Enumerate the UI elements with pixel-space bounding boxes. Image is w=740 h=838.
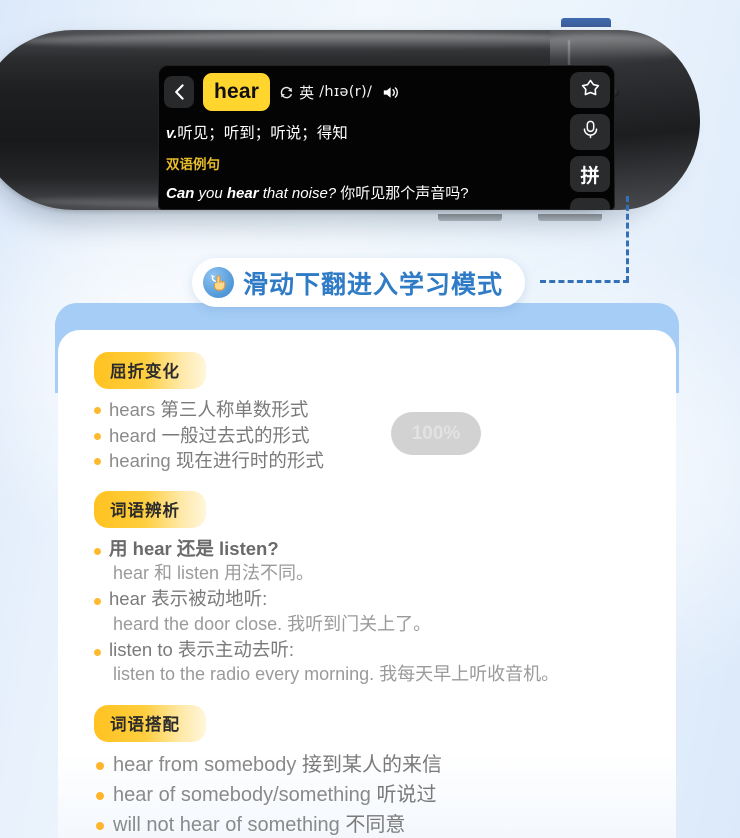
section-badge: 词语搭配 (94, 705, 206, 742)
part-of-speech: v. (166, 126, 178, 142)
inflection-desc: 第三人称单数形式 (160, 399, 309, 420)
usage-head: 用 hear 还是 listen? (109, 537, 279, 559)
device-foot (438, 214, 502, 221)
list-item: hears 第三人称单数形式 (94, 398, 650, 423)
inflection-form: heard (109, 424, 157, 446)
phonetic-text: /hɪə(r)/ (319, 84, 373, 100)
pinyin-button[interactable]: 拼 (570, 156, 610, 192)
collocation-list: hear from somebody 接到某人的来信 hear of someb… (94, 751, 650, 838)
screen-definition: v.听见；听到；听说；得知 (158, 111, 615, 143)
collocation-meaning: 听说过 (376, 784, 437, 806)
usage-head: hear 表示被动地听: (109, 588, 268, 609)
callout-connector-vertical (626, 196, 629, 282)
usage-list: 用 hear 还是 listen? hear 和 listen 用法不同。 he… (94, 537, 650, 688)
example-section-label: 双语例句 (166, 157, 220, 172)
usage-head: listen to 表示主动去听: (109, 638, 295, 660)
section-badge: 词语辨析 (94, 490, 206, 528)
back-button[interactable] (164, 76, 194, 108)
collocation-meaning: 不同意 (345, 814, 406, 836)
collocation-phrase: hear from somebody (113, 754, 297, 776)
inflection-list: hears 第三人称单数形式 heard 一般过去式的形式 hearing 现在… (94, 398, 650, 474)
example-rest: that noise? (262, 185, 337, 202)
list-item: 用 hear 还是 listen? hear 和 listen 用法不同。 (94, 537, 650, 587)
screenshot-root: hear 英 /hɪə(r)/ v.听见；听到；听说；得知 双语例句 Can y… (0, 0, 740, 838)
list-item: will not hear of something 不同意 (94, 811, 650, 838)
swipe-hand-icon (203, 267, 234, 298)
device-foot (538, 214, 602, 221)
favorite-star-button[interactable] (570, 72, 610, 108)
learning-mode-card: 屈折变化 hears 第三人称单数形式 heard 一般过去式的形式 heari… (58, 330, 676, 838)
list-item: heard 一般过去式的形式 (94, 424, 650, 449)
device-top-button[interactable] (561, 18, 611, 27)
section-collocation: 词语搭配 hear from somebody 接到某人的来信 hear of … (58, 705, 676, 838)
favorite-star-icon (581, 79, 600, 102)
collocation-meaning: 接到某人的来信 (301, 754, 442, 776)
collocation-phrase: will not hear of something (113, 814, 340, 836)
section-badge: 屈折变化 (94, 352, 206, 389)
headword-chip[interactable]: hear (203, 73, 271, 111)
refresh-icon[interactable] (279, 85, 294, 100)
dictionary-pen-device: hear 英 /hɪə(r)/ v.听见；听到；听说；得知 双语例句 Can y… (0, 18, 700, 223)
callout-connector-horizontal (540, 280, 629, 283)
usage-sub: listen to the radio every morning. 我每天早上… (113, 664, 560, 684)
inflection-desc: 现在进行时的形式 (175, 450, 324, 471)
usage-sub: hear 和 listen 用法不同。 (113, 563, 315, 583)
speaker-icon[interactable] (382, 85, 400, 100)
example-sentence: Can you hear that noise? 你听见那个声音吗? (158, 173, 615, 203)
rail-button-partial[interactable] (570, 198, 610, 210)
list-item: hear from somebody 接到某人的来信 (94, 751, 650, 779)
example-translation: 你听见那个声音吗? (340, 185, 469, 202)
microphone-button[interactable] (570, 114, 610, 150)
inflection-form: hears (109, 399, 156, 420)
example-word-hear: hear (226, 185, 259, 202)
chevron-left-icon (174, 84, 185, 100)
pronunciation-group[interactable]: 英 /hɪə(r)/ (279, 82, 400, 103)
list-item: hear of somebody/something 听说过 (94, 781, 650, 809)
section-usage: 词语辨析 用 hear 还是 listen? hear 和 listen 用法不… (58, 490, 676, 688)
definition-text: 听见；听到；听说；得知 (177, 125, 348, 142)
list-item: hearing 现在进行时的形式 (94, 449, 650, 474)
screen-side-rail: 拼 (570, 72, 610, 210)
screen-header-row: hear 英 /hɪə(r)/ (158, 65, 615, 111)
list-item: listen to 表示主动去听: listen to the radio ev… (94, 638, 650, 688)
microphone-icon (582, 120, 599, 144)
section-inflection: 屈折变化 hears 第三人称单数形式 heard 一般过去式的形式 heari… (58, 352, 676, 474)
device-screen: hear 英 /hɪə(r)/ v.听见；听到；听说；得知 双语例句 Can y… (158, 65, 615, 210)
usage-sub: heard the door close. 我听到门关上了。 (113, 613, 432, 634)
progress-badge: 100% (391, 412, 481, 455)
collocation-phrase: hear of somebody/something (113, 784, 371, 806)
example-word-can: Can (166, 185, 195, 202)
accent-label: 英 (299, 84, 315, 102)
inflection-form: hearing (109, 450, 171, 471)
swipe-hint-text: 滑动下翻进入学习模式 (243, 270, 504, 299)
swipe-hint-banner[interactable]: 滑动下翻进入学习模式 (192, 258, 526, 307)
inflection-desc: 一般过去式的形式 (161, 424, 310, 446)
example-word-you: you (198, 185, 223, 202)
list-item: hear 表示被动地听: heard the door close. 我听到门关… (94, 587, 650, 637)
